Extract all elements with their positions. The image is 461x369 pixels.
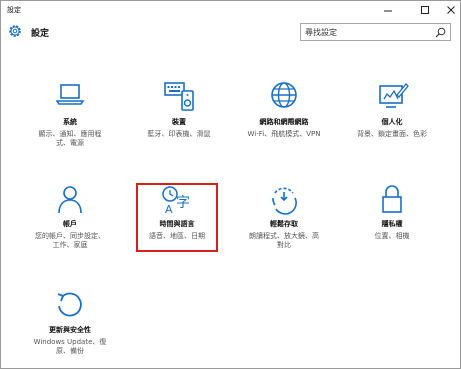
devices-icon: [164, 82, 194, 111]
tile-name: 帳戶: [63, 220, 77, 228]
maximize-button[interactable]: [411, 1, 439, 19]
minimize-icon: [384, 10, 392, 12]
settings-window: 設定 設定 尋找設定 系統 顯示、通知、應用程 式、電源 裝置 藍牙、印表機、滑…: [0, 0, 461, 369]
tile-update-security[interactable]: 更新與安全性 Windows Update、復 原、備份: [25, 289, 115, 369]
tile-devices[interactable]: 裝置 藍牙、印表機、滑鼠: [134, 81, 224, 161]
tile-name: 個人化: [381, 118, 403, 126]
tile-description: 位置、相機: [374, 232, 410, 240]
tile-description: 藍牙、印表機、滑鼠: [147, 130, 211, 138]
update-icon: [57, 292, 82, 317]
tile-description: 顯示、通知、應用程 式、電源: [38, 130, 102, 147]
tile-description: 背景、鎖定畫面、色彩: [357, 130, 427, 138]
search-placeholder: 尋找設定: [305, 28, 337, 37]
page-title: 設定: [31, 29, 50, 39]
maximize-icon: [421, 6, 429, 14]
search-input[interactable]: 尋找設定: [300, 23, 451, 41]
tile-name: 裝置: [172, 118, 186, 126]
tile-name: 輕鬆存取: [270, 220, 298, 228]
minimize-button[interactable]: [374, 1, 402, 19]
tile-name: 系統: [63, 118, 77, 126]
tile-personalization[interactable]: 個人化 背景、鎖定畫面、色彩: [347, 81, 437, 161]
search-icon[interactable]: [435, 27, 446, 38]
tile-system[interactable]: 系統 顯示、通知、應用程 式、電源: [25, 81, 115, 161]
title-bar: 設定: [1, 1, 460, 21]
personalization-icon: [379, 83, 409, 108]
lock-icon: [382, 185, 402, 213]
tile-name: 更新與安全性: [49, 326, 91, 334]
tile-name: 隱私權: [381, 220, 403, 228]
ease-of-access-icon: [272, 187, 297, 215]
tile-network[interactable]: 網路和網際網路 Wi-Fi、飛航模式、VPN: [239, 81, 329, 161]
laptop-icon: [55, 84, 85, 105]
tile-description: Windows Update、復 原、備份: [33, 338, 107, 355]
tile-description: 朗讀程式、放大鏡、高 對比: [249, 232, 319, 249]
tile-description: Wi-Fi、飛航模式、VPN: [247, 130, 321, 138]
person-icon: [58, 186, 82, 214]
globe-icon: [271, 82, 297, 108]
tile-accounts[interactable]: 帳戶 您的帳戶、同步設定、 工作、家庭: [25, 183, 115, 263]
gear-icon: [9, 25, 21, 37]
highlight-box: [136, 183, 218, 252]
tile-ease-of-access[interactable]: 輕鬆存取 朗讀程式、放大鏡、高 對比: [239, 183, 329, 263]
window-title: 設定: [7, 6, 21, 14]
tile-privacy[interactable]: 隱私權 位置、相機: [347, 183, 437, 263]
close-button[interactable]: [437, 1, 461, 19]
close-icon: [447, 6, 455, 14]
tile-description: 您的帳戶、同步設定、 工作、家庭: [35, 232, 105, 249]
tile-name: 網路和網際網路: [259, 118, 309, 126]
